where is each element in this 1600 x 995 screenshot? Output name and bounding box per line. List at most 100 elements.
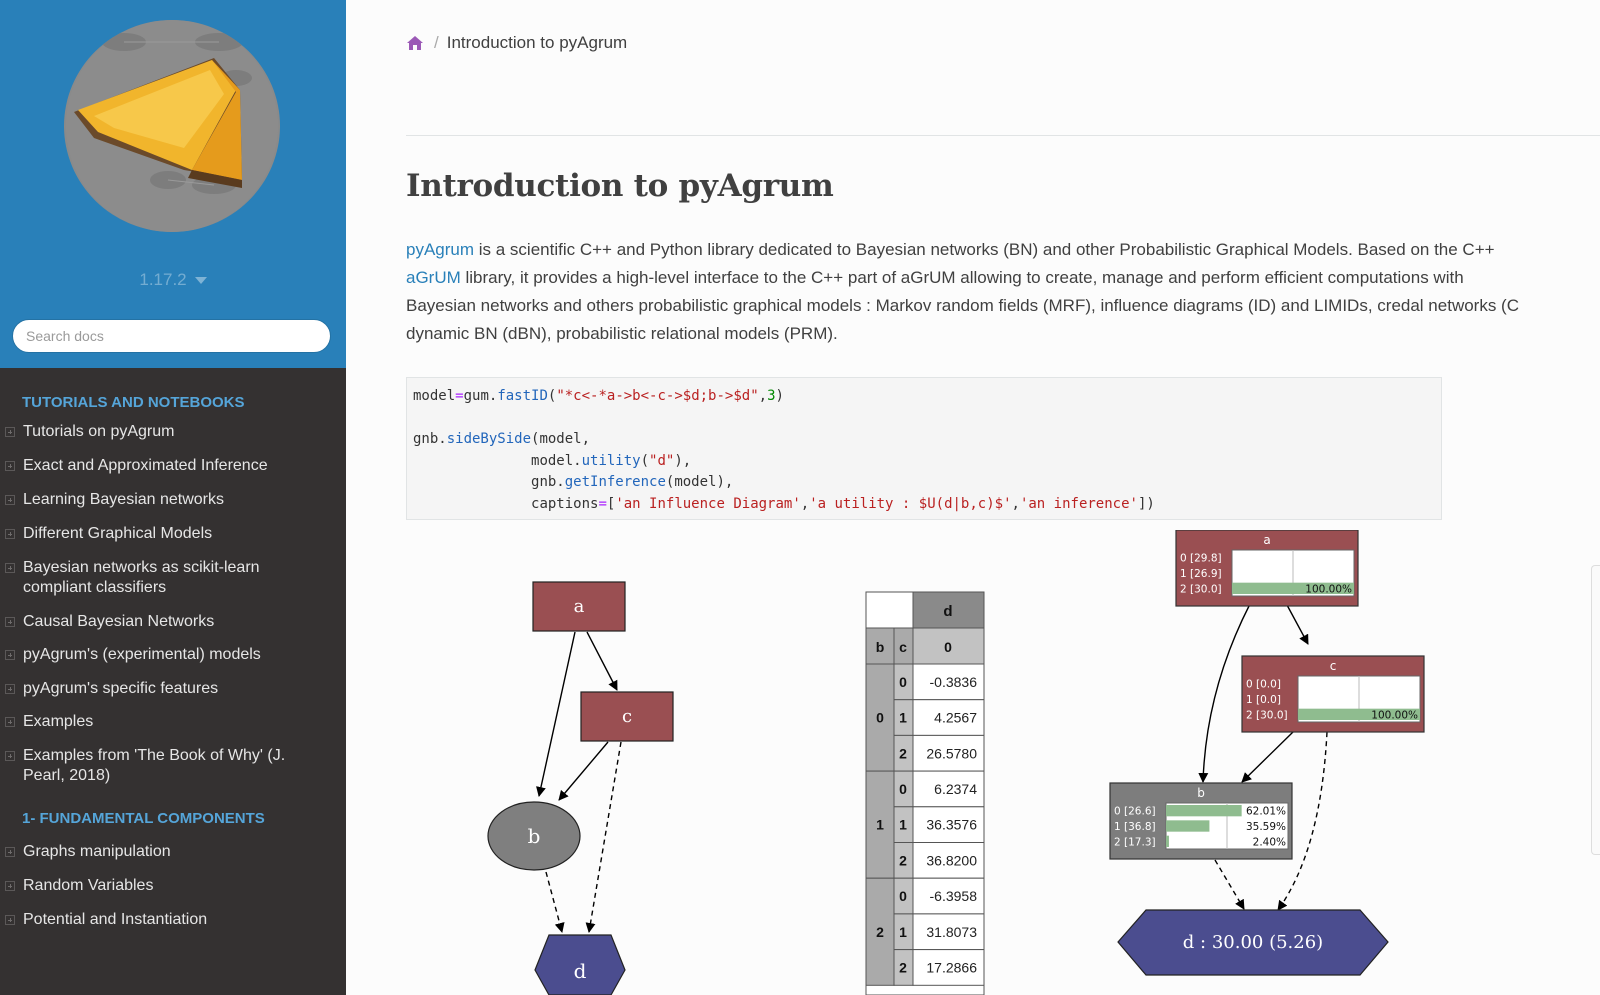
- expand-plus-icon[interactable]: [5, 650, 15, 660]
- probability-bar: [1166, 805, 1242, 817]
- nav-item-label: pyAgrum's (experimental) models: [23, 646, 261, 663]
- nav-caption-fundamentals: 1- FUNDAMENTAL COMPONENTS: [22, 810, 265, 827]
- expand-plus-icon[interactable]: [5, 915, 15, 925]
- utility-table: d b c 0 0120 -0.38361 4.25672 26.57800 6.237…: [865, 591, 985, 995]
- nav-item-learning[interactable]: Learning Bayesian networks: [0, 490, 346, 510]
- breadcrumb: / Introduction to pyAgrum: [406, 33, 627, 53]
- nav-item-inference[interactable]: Exact and Approximated Inference: [0, 456, 346, 476]
- expand-plus-icon[interactable]: [5, 461, 15, 471]
- expand-plus-icon[interactable]: [5, 563, 15, 573]
- nav-item-experimental[interactable]: pyAgrum's (experimental) models: [0, 645, 346, 665]
- agrum-link[interactable]: aGrUM: [406, 268, 461, 287]
- table-cell-c: 2: [899, 852, 907, 868]
- home-icon[interactable]: [406, 35, 424, 51]
- code-line: gnb.getInference(model),: [531, 474, 734, 490]
- nav-item-graphical-models[interactable]: Different Graphical Models: [0, 524, 346, 544]
- node-label: a: [574, 596, 585, 617]
- inference-node-c[interactable]: c 0 [0.0] 1 [0.0] 2 [30.0] 100.00%: [1241, 655, 1425, 733]
- table-cell-c: 0: [899, 781, 907, 797]
- table-cell-value: -0.3836: [930, 674, 978, 690]
- probability-bar: [1166, 820, 1210, 832]
- inference-node-b[interactable]: b 0 [26.6] 62.01% 1 [36.8] 35.59% 2 [17.3] 2.4…: [1109, 782, 1293, 860]
- table-cell-value: 17.2866: [926, 959, 977, 975]
- nav-item-label: Causal Bayesian Networks: [23, 613, 215, 630]
- nav-item-random-variables[interactable]: Random Variables: [0, 876, 346, 896]
- table-cell-value: 36.3576: [926, 817, 977, 833]
- expand-plus-icon[interactable]: [5, 881, 15, 891]
- caret-down-icon: [194, 277, 207, 285]
- table-cell-c: 1: [899, 817, 907, 833]
- version-label: 1.17.2: [139, 270, 187, 289]
- expand-plus-icon[interactable]: [5, 617, 15, 627]
- intro-text-1: is a scientific C++ and Python library d…: [474, 240, 1495, 259]
- code-block[interactable]: model=gum.fastID("*c<-*a->b<-c->$d;b->$d…: [406, 377, 1442, 520]
- nav-item-causal[interactable]: Causal Bayesian Networks: [0, 612, 346, 632]
- table-col-header: d: [943, 603, 952, 620]
- node-label: b: [528, 824, 541, 848]
- version-selector[interactable]: 1.17.2: [0, 270, 346, 290]
- intro-text-4: dynamic BN (dBN), probabilistic relation…: [406, 324, 838, 343]
- header-divider: [406, 135, 1600, 136]
- table-cell-value: 6.2374: [934, 781, 977, 797]
- nav-item-label: pyAgrum's specific features: [23, 680, 219, 697]
- inference-node-title: a: [1263, 533, 1270, 547]
- expected-utility-label: d : 30.00 (5.26): [1183, 932, 1323, 953]
- nav-item-examples[interactable]: Examples: [0, 712, 346, 732]
- expand-plus-icon[interactable]: [5, 529, 15, 539]
- expand-plus-icon[interactable]: [5, 684, 15, 694]
- nav-item-book-of-why[interactable]: Examples from 'The Book of Why' (J. Pear…: [0, 746, 300, 786]
- table-cell-c: 2: [899, 959, 907, 975]
- sidebar-header: 1.17.2: [0, 0, 346, 368]
- expand-plus-icon[interactable]: [5, 847, 15, 857]
- pyagrum-link[interactable]: pyAgrum: [406, 240, 474, 259]
- code-line: captions=['an Influence Diagram','a util…: [531, 495, 1155, 512]
- probability-label: 2 [17.3]: [1114, 836, 1156, 848]
- pie-logo-icon[interactable]: [64, 20, 280, 232]
- inference-node-title: c: [1330, 659, 1337, 673]
- nav-item-label: Potential and Instantiation: [23, 911, 208, 928]
- inference-node-title: b: [1197, 786, 1205, 800]
- main-content: / Introduction to pyAgrum Introduction t…: [346, 0, 1600, 995]
- scroll-indicator[interactable]: [1591, 565, 1600, 855]
- nav-item-label: Random Variables: [23, 877, 154, 894]
- probability-value: 2.40%: [1253, 836, 1286, 848]
- page-title: Introduction to pyAgrum: [406, 168, 834, 204]
- table-group-label: 0: [876, 710, 884, 726]
- code-line: gnb.sideBySide(model,: [413, 431, 591, 447]
- nav-item-label: Learning Bayesian networks: [23, 491, 225, 508]
- expand-plus-icon[interactable]: [5, 495, 15, 505]
- table-cell-c: 1: [899, 710, 907, 726]
- expand-plus-icon[interactable]: [5, 751, 15, 761]
- inference-network: a 0 [29.8] 1 [26.9] 2 [30.0] 100.00% c 0 [0.0…: [1109, 530, 1425, 976]
- table-cell-value: 36.8200: [926, 852, 977, 868]
- nav-item-specific-features[interactable]: pyAgrum's specific features: [0, 679, 346, 699]
- expand-plus-icon[interactable]: [5, 427, 15, 437]
- intro-paragraph: pyAgrum is a scientific C++ and Python l…: [406, 236, 1600, 348]
- probability-label: 1 [0.0]: [1246, 694, 1281, 706]
- search-input[interactable]: [12, 319, 331, 353]
- table-col-value: 0: [944, 639, 952, 655]
- table-cell-value: -6.3958: [930, 888, 978, 904]
- intro-text-2: library, it provides a high-level interf…: [460, 268, 1464, 287]
- probability-label: 1 [26.9]: [1180, 568, 1222, 580]
- nav-item-potential[interactable]: Potential and Instantiation: [0, 910, 346, 930]
- nav-item-scikit-learn[interactable]: Bayesian networks as scikit-learn compli…: [0, 558, 300, 598]
- probability-label: 1 [36.8]: [1114, 821, 1156, 833]
- nav-item-label: Graphs manipulation: [23, 843, 171, 860]
- table-cell-value: 26.5780: [926, 745, 977, 761]
- sidebar-nav: TUTORIALS AND NOTEBOOKS Tutorials on pyA…: [0, 380, 346, 930]
- table-cell-c: 1: [899, 924, 907, 940]
- nav-caption-tutorials: TUTORIALS AND NOTEBOOKS: [22, 394, 245, 411]
- node-label: d: [574, 959, 587, 983]
- nav-item-label: Examples from 'The Book of Why' (J. Pear…: [23, 747, 286, 784]
- probability-value: 62.01%: [1246, 806, 1286, 818]
- nav-item-tutorials[interactable]: Tutorials on pyAgrum: [0, 422, 346, 442]
- sidebar: 1.17.2 TUTORIALS AND NOTEBOOKS Tutorials…: [0, 0, 346, 995]
- breadcrumb-separator: /: [434, 33, 439, 52]
- probability-label: 2 [30.0]: [1246, 709, 1288, 721]
- table-group-label: 2: [876, 924, 884, 940]
- inference-node-a[interactable]: a 0 [29.8] 1 [26.9] 2 [30.0] 100.00%: [1175, 530, 1359, 607]
- expand-plus-icon[interactable]: [5, 717, 15, 727]
- intro-text-3: Bayesian networks and others probabilist…: [406, 296, 1519, 315]
- nav-item-graphs[interactable]: Graphs manipulation: [0, 842, 346, 862]
